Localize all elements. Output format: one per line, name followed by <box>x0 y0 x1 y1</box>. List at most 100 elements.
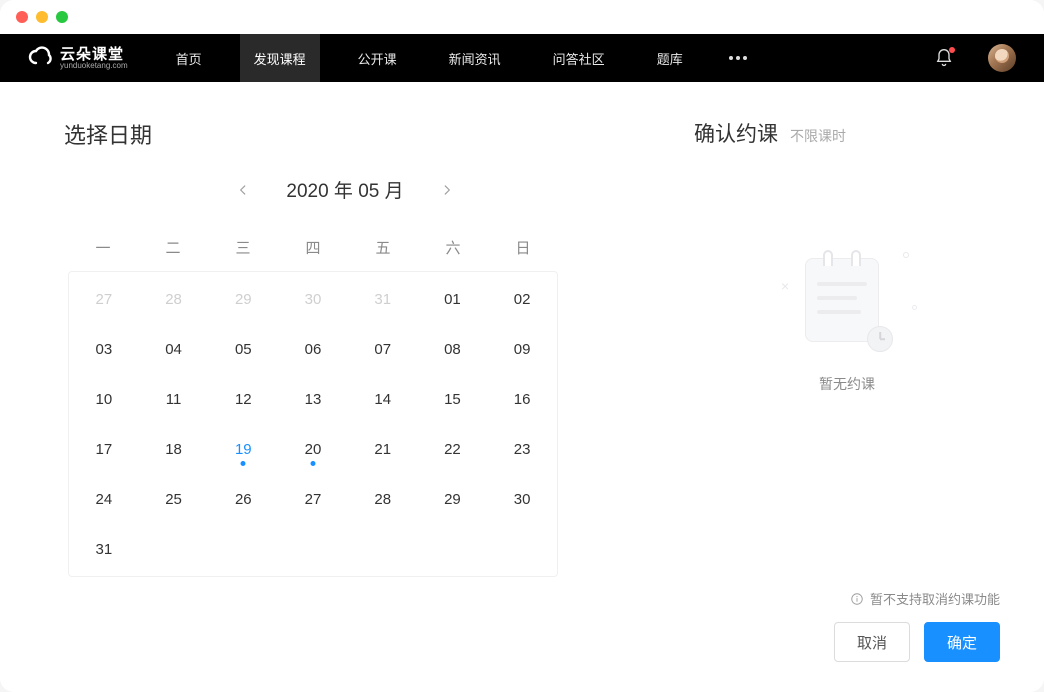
calendar-week-row: 27 28 29 30 31 01 02 <box>69 274 557 324</box>
calendar-day[interactable]: 30 <box>487 474 557 524</box>
cancellation-note: 暂不支持取消约课功能 <box>694 589 1000 608</box>
day-number: 27 <box>305 491 322 508</box>
calendar-grid: 一二三四五六日 27 28 29 30 31 01 02 03 04 05 06 07 08 09 10 11… <box>68 223 558 577</box>
day-number: 24 <box>96 491 113 508</box>
window-close-button[interactable] <box>16 11 28 23</box>
day-number: 13 <box>305 391 322 408</box>
calendar-day[interactable]: 31 <box>69 524 139 574</box>
main-content: 选择日期 2020 年 05 月 一二三四五六日 272829303101020… <box>0 82 1044 692</box>
calendar-day[interactable]: 08 <box>418 324 488 374</box>
current-month-label: 2020 年 05 月 <box>286 176 403 203</box>
day-number: 29 <box>235 291 252 308</box>
empty-calendar-icon: × <box>777 248 917 358</box>
day-number: 30 <box>305 291 322 308</box>
day-number: 31 <box>374 291 391 308</box>
nav-more-button[interactable] <box>721 56 755 60</box>
confirm-button[interactable]: 确定 <box>924 622 1000 662</box>
nav-question-bank[interactable]: 题库 <box>643 34 697 82</box>
brand-logo[interactable]: 云朵课堂 yunduoketang.com <box>28 45 128 71</box>
calendar-day[interactable]: 22 <box>418 424 488 474</box>
calendar-day[interactable]: 16 <box>487 374 557 424</box>
calendar-day[interactable]: 21 <box>348 424 418 474</box>
day-number: 29 <box>444 491 461 508</box>
calendar-day[interactable]: 01 <box>418 274 488 324</box>
day-number: 25 <box>165 491 182 508</box>
calendar-day[interactable]: 05 <box>208 324 278 374</box>
calendar-day[interactable]: 06 <box>278 324 348 374</box>
nav-discover-courses[interactable]: 发现课程 <box>240 34 320 82</box>
nav-open-courses[interactable]: 公开课 <box>344 34 411 82</box>
day-number: 02 <box>514 291 531 308</box>
calendar-panel: 选择日期 2020 年 05 月 一二三四五六日 272829303101020… <box>0 82 674 692</box>
next-month-button[interactable] <box>438 181 456 199</box>
calendar-day[interactable]: 03 <box>69 324 139 374</box>
calendar-day[interactable]: 20 <box>278 424 348 474</box>
day-number: 31 <box>96 541 113 558</box>
calendar-day[interactable]: 24 <box>69 474 139 524</box>
nav-qa-community[interactable]: 问答社区 <box>539 34 619 82</box>
day-number: 28 <box>374 491 391 508</box>
user-avatar[interactable] <box>988 44 1016 72</box>
calendar-day[interactable]: 12 <box>208 374 278 424</box>
day-number: 15 <box>444 391 461 408</box>
cloud-logo-icon <box>28 45 54 71</box>
empty-state-text: 暂无约课 <box>819 374 875 394</box>
brand-name: 云朵课堂 <box>60 47 128 62</box>
calendar-day[interactable]: 07 <box>348 324 418 374</box>
calendar-week-row: 24 25 26 27 28 29 30 <box>69 474 557 524</box>
calendar-day[interactable]: 28 <box>348 474 418 524</box>
day-number: 04 <box>165 341 182 358</box>
day-number: 30 <box>514 491 531 508</box>
chevron-right-icon <box>440 183 454 197</box>
window-minimize-button[interactable] <box>36 11 48 23</box>
window-zoom-button[interactable] <box>56 11 68 23</box>
day-number: 22 <box>444 441 461 458</box>
confirm-header: 确认约课 不限课时 <box>694 118 1000 148</box>
confirm-subtitle: 不限课时 <box>790 126 846 146</box>
calendar-day[interactable]: 18 <box>139 424 209 474</box>
chevron-left-icon <box>236 183 250 197</box>
calendar-day[interactable]: 27 <box>278 474 348 524</box>
calendar-day[interactable]: 13 <box>278 374 348 424</box>
day-number: 19 <box>235 441 252 458</box>
day-number: 20 <box>305 441 322 458</box>
day-number: 07 <box>374 341 391 358</box>
top-nav: 云朵课堂 yunduoketang.com 首页 发现课程 公开课 新闻资讯 问… <box>0 34 1044 82</box>
confirm-panel: 确认约课 不限课时 × 暂无约课 暂不支持取消约课功能 <box>674 82 1044 692</box>
day-number: 27 <box>96 291 113 308</box>
weekday-header: 四 <box>278 223 348 271</box>
day-number: 10 <box>96 391 113 408</box>
day-number: 09 <box>514 341 531 358</box>
empty-state: × 暂无约课 <box>694 178 1000 589</box>
calendar-day[interactable]: 25 <box>139 474 209 524</box>
day-number: 21 <box>374 441 391 458</box>
day-number: 06 <box>305 341 322 358</box>
action-buttons: 取消 确定 <box>694 622 1000 662</box>
calendar-day[interactable]: 02 <box>487 274 557 324</box>
day-number: 12 <box>235 391 252 408</box>
day-number: 08 <box>444 341 461 358</box>
calendar-week-row: 10 11 12 13 14 15 16 <box>69 374 557 424</box>
calendar-day[interactable]: 14 <box>348 374 418 424</box>
day-number: 28 <box>165 291 182 308</box>
nav-news[interactable]: 新闻资讯 <box>435 34 515 82</box>
prev-month-button[interactable] <box>234 181 252 199</box>
calendar-day[interactable]: 09 <box>487 324 557 374</box>
calendar-day[interactable]: 23 <box>487 424 557 474</box>
calendar-day[interactable]: 15 <box>418 374 488 424</box>
notification-badge-icon <box>949 47 955 53</box>
calendar-day[interactable]: 11 <box>139 374 209 424</box>
calendar-day[interactable]: 17 <box>69 424 139 474</box>
calendar-day[interactable]: 26 <box>208 474 278 524</box>
weekday-row: 一二三四五六日 <box>68 223 558 271</box>
day-number: 16 <box>514 391 531 408</box>
notifications-button[interactable] <box>934 48 954 68</box>
calendar-day[interactable]: 10 <box>69 374 139 424</box>
window-titlebar <box>0 0 1044 34</box>
cancel-button[interactable]: 取消 <box>834 622 910 662</box>
nav-home[interactable]: 首页 <box>162 34 216 82</box>
calendar-day[interactable]: 29 <box>418 474 488 524</box>
weekday-header: 五 <box>348 223 418 271</box>
calendar-day[interactable]: 04 <box>139 324 209 374</box>
calendar-day[interactable]: 19 <box>208 424 278 474</box>
